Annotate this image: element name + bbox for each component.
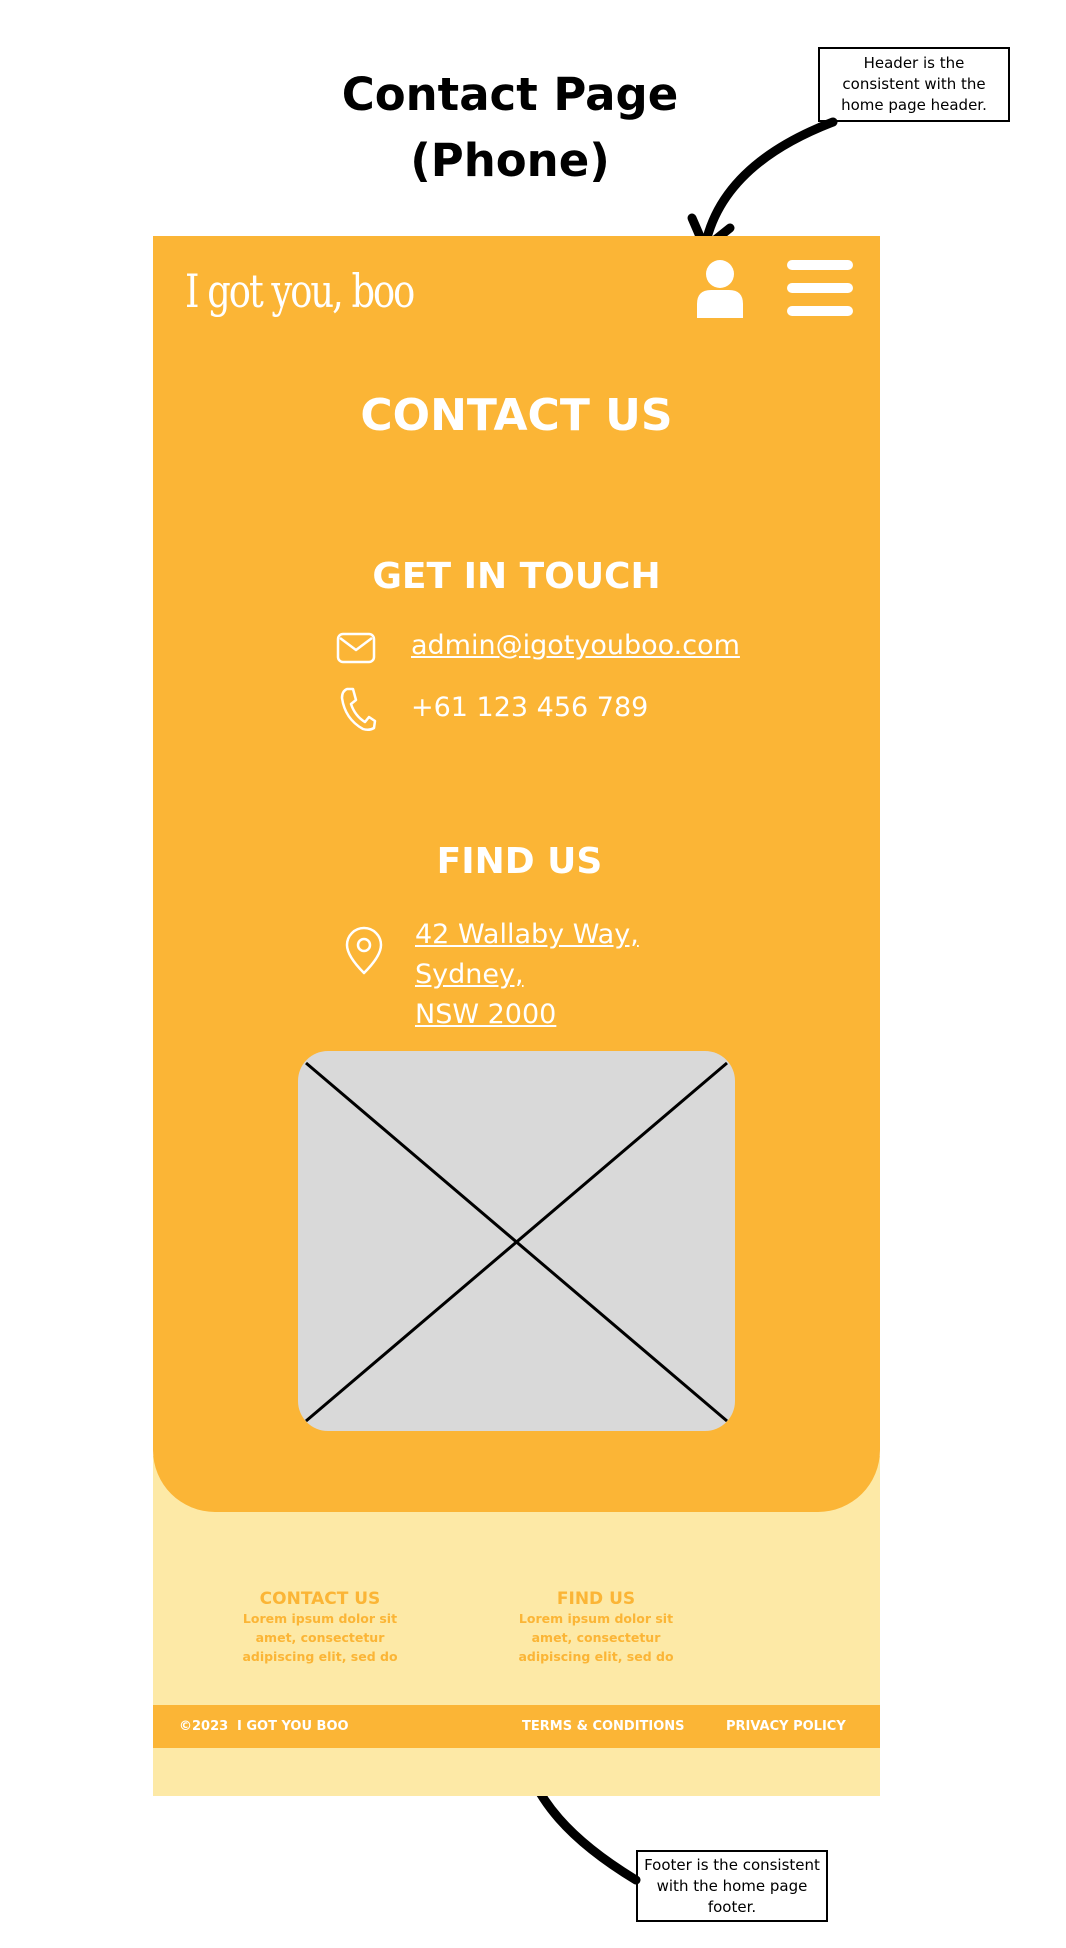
footer-find-heading: FIND US — [556, 1589, 636, 1609]
footer-find-line: amet, consectetur — [531, 1630, 661, 1645]
phone-mockup: I got you, boo CONTACT US GET IN TOUCH a… — [153, 236, 880, 1796]
footer-bar: ©2023 I GOT YOU BOO TERMS & CONDITIONS P… — [153, 1705, 880, 1748]
footer-contact-line: amet, consectetur — [255, 1630, 385, 1645]
address-line1: 42 Wallaby Way, Sydney, — [415, 919, 639, 990]
footer-find-line: adipiscing elit, sed do — [518, 1649, 674, 1664]
footer-column-find: FIND US Lorem ipsum dolor sit amet, cons… — [496, 1589, 696, 1666]
phone-icon — [340, 687, 377, 732]
find-us-heading: FIND US — [436, 841, 603, 882]
address-link[interactable]: 42 Wallaby Way, Sydney, NSW 2000 — [415, 915, 745, 1035]
mail-icon — [336, 632, 376, 664]
footer-contact-line: adipiscing elit, sed do — [242, 1649, 398, 1664]
location-pin-icon — [345, 926, 383, 975]
privacy-link[interactable]: PRIVACY POLICY — [726, 1718, 846, 1736]
image-placeholder-icon — [305, 1061, 728, 1423]
user-icon[interactable] — [695, 258, 745, 318]
email-link[interactable]: admin@igotyouboo.com — [411, 626, 740, 666]
footer-contact-heading: CONTACT US — [259, 1589, 381, 1609]
site-logo[interactable]: I got you, boo — [185, 256, 415, 326]
footer-copyright: ©2023 — [179, 1719, 229, 1734]
terms-link[interactable]: TERMS & CONDITIONS — [522, 1718, 685, 1736]
footer-column-contact: CONTACT US Lorem ipsum dolor sit amet, c… — [220, 1589, 420, 1666]
phone-number[interactable]: +61 123 456 789 — [411, 688, 648, 728]
address-line2: NSW 2000 — [415, 999, 557, 1030]
contact-us-heading: CONTACT US — [360, 390, 673, 441]
footer-contact-line: Lorem ipsum dolor sit — [242, 1611, 398, 1626]
get-in-touch-heading: GET IN TOUCH — [372, 556, 661, 597]
map-placeholder[interactable] — [298, 1051, 735, 1431]
main-content-card: I got you, boo CONTACT US GET IN TOUCH a… — [153, 236, 880, 1512]
header-arrow-icon — [687, 117, 838, 253]
hamburger-menu-icon[interactable] — [787, 260, 853, 316]
footer-brand: I GOT YOU BOO — [237, 1719, 349, 1734]
footer-find-line: Lorem ipsum dolor sit — [518, 1611, 674, 1626]
